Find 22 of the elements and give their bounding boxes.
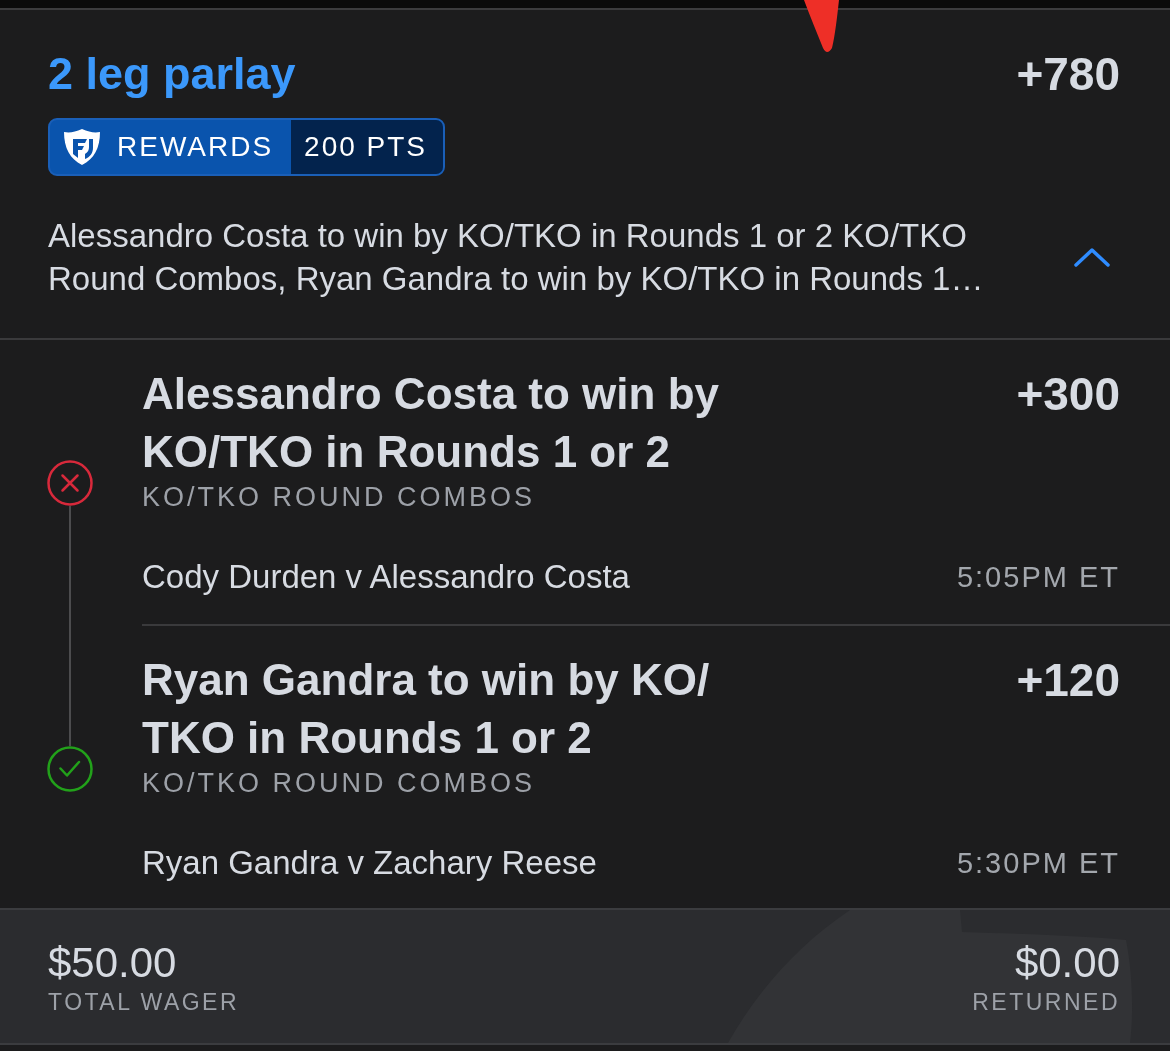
total-label: TOTAL WAGER <box>48 988 240 1017</box>
leg-event: Cody Durden v Alessandro Costa <box>142 557 630 597</box>
leg-time: 5:30PM ET <box>956 846 1120 881</box>
chevron-icon[interactable] <box>1074 247 1110 267</box>
parlay-title: 2 leg parlay <box>48 50 296 98</box>
shield-logo-icon <box>63 128 101 166</box>
total-label: RETURNED <box>972 988 1120 1017</box>
total-amount: $50.00 <box>48 941 177 985</box>
leg-event: Ryan Gandra v Zachary Reese <box>142 843 597 883</box>
leg-market: KO/TKO ROUND COMBOS <box>142 481 536 513</box>
leg-selection: Ryan Gandra to win by KO/TKO in Rounds 1 or 2 <box>142 654 711 764</box>
parlay-summary: Alessandro Costa to win by KO/TKO in Rounds 1 or 2 KO/TKO Round Combos, Ryan Gandra to win by KO/TKO in Rounds 1… <box>48 216 985 299</box>
leg-odds: +300 <box>1016 367 1120 422</box>
leg-odds: +120 <box>1016 653 1120 708</box>
leg-time: 5:05PM ET <box>956 560 1120 595</box>
rewards-label: REWARDS <box>117 130 274 164</box>
rewards-points: 200 PTS <box>304 130 428 164</box>
leg-market: KO/TKO ROUND COMBOS <box>142 767 536 799</box>
total-amount: $0.00 <box>1014 941 1120 985</box>
leg-selection: Alessandro Costa to win by KO/TKO in Rounds 1 or 2 <box>142 368 720 478</box>
parlay-odds: +780 <box>1016 50 1120 98</box>
marker-stroke-drawing <box>802 0 840 54</box>
